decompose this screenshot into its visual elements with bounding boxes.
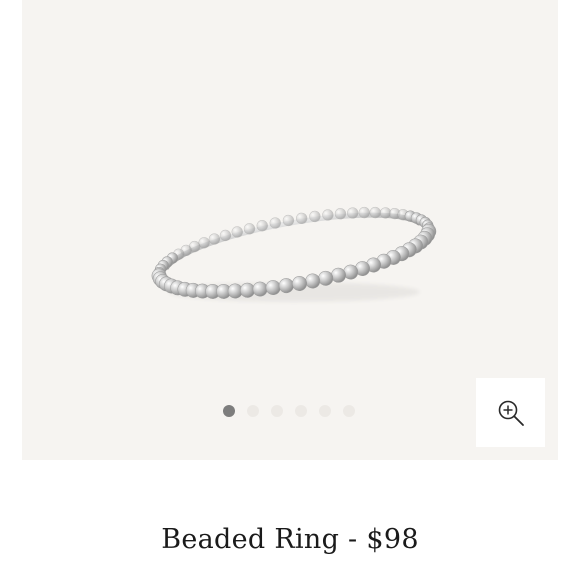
product-image-gallery[interactable] (22, 0, 558, 460)
carousel-dots (223, 405, 355, 417)
zoom-button[interactable] (476, 378, 545, 447)
carousel-dot-3[interactable] (271, 405, 283, 417)
carousel-dot-1[interactable] (223, 405, 235, 417)
carousel-dot-4[interactable] (295, 405, 307, 417)
carousel-dot-2[interactable] (247, 405, 259, 417)
zoom-in-icon (498, 400, 524, 426)
carousel-dot-6[interactable] (343, 405, 355, 417)
carousel-dot-5[interactable] (319, 405, 331, 417)
product-title: Beaded Ring - $98 (161, 524, 419, 555)
